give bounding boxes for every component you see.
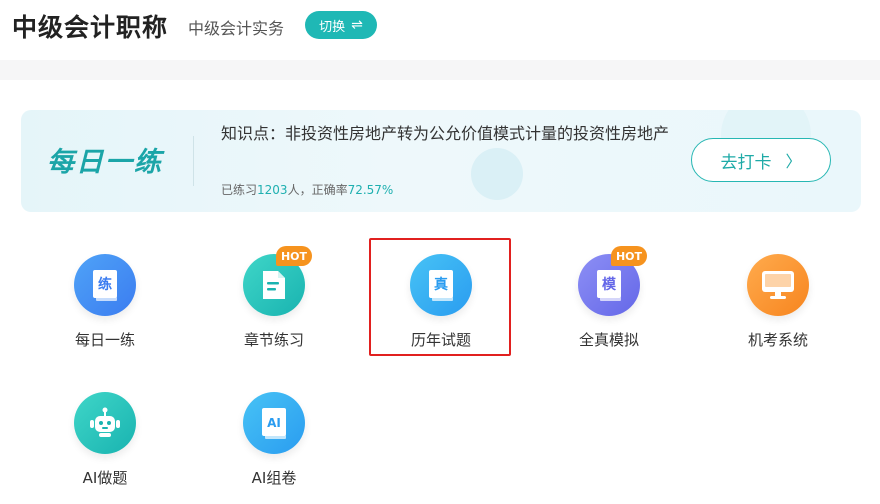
grid-item[interactable]: 章节练习 HOT <box>208 240 338 360</box>
grid-item-label: 章节练习 <box>243 331 304 349</box>
robot-icon <box>74 392 136 454</box>
swap-arrows-icon: ⇌ <box>351 17 363 33</box>
ai-paper-icon: AI <box>243 392 305 454</box>
chevron-right-icon: 〉 <box>785 152 802 171</box>
grid-item[interactable]: 机考系统 <box>712 240 842 360</box>
hot-badge: HOT <box>611 246 647 266</box>
grid-item[interactable]: AI AI组卷 <box>208 378 338 498</box>
grid-item-label: 全真模拟 <box>578 331 639 349</box>
svg-text:真: 真 <box>434 276 448 293</box>
practiced-count: 1203 <box>257 183 288 197</box>
grid-item-label: 历年试题 <box>410 331 471 349</box>
stats-prefix: 已练习 <box>221 183 258 197</box>
svg-text:模: 模 <box>602 276 617 293</box>
checkin-button[interactable]: 去打卡 〉 <box>691 138 831 182</box>
header-bar: 中级会计职称 中级会计实务 切换 ⇌ <box>0 0 880 60</box>
section-divider <box>0 60 880 80</box>
grid-item-label: AI做题 <box>82 469 128 487</box>
grid-item[interactable]: 练每日一练 <box>39 240 169 360</box>
decorative-circle <box>471 148 523 200</box>
subject-name: 中级会计实务 <box>188 19 285 38</box>
stats-middle: 人，正确率 <box>287 183 348 197</box>
divider <box>193 136 194 186</box>
hot-badge: HOT <box>276 246 312 266</box>
accuracy-rate: 72.57% <box>347 183 394 197</box>
switch-label: 切换 <box>319 19 346 35</box>
daily-practice-logo: 每日一练 <box>47 147 163 178</box>
switch-subject-button[interactable]: 切换 ⇌ <box>305 11 377 39</box>
computer-monitor-icon <box>747 254 809 316</box>
practice-book-icon: 练 <box>74 254 136 316</box>
daily-practice-card[interactable]: 每日一练 知识点：非投资性房地产转为公允价值模式计量的投资性房地产 已练习120… <box>21 110 861 212</box>
past-exam-book-icon: 真 <box>410 254 472 316</box>
grid-item-label: AI组卷 <box>251 469 297 487</box>
knowledge-point-text: 知识点：非投资性房地产转为公允价值模式计量的投资性房地产 <box>221 124 670 143</box>
grid-item[interactable]: 模全真模拟 HOT <box>543 240 673 360</box>
grid-item-label: 每日一练 <box>74 331 135 349</box>
practice-stats: 已练习1203人，正确率72.57% <box>221 181 393 198</box>
grid-item[interactable]: AI做题 <box>39 378 169 498</box>
svg-text:AI: AI <box>267 416 281 430</box>
grid-item[interactable]: 真历年试题 <box>375 240 505 360</box>
checkin-label: 去打卡 <box>720 152 772 173</box>
svg-text:练: 练 <box>98 276 112 293</box>
page-title: 中级会计职称 <box>12 13 169 42</box>
grid-item-label: 机考系统 <box>747 331 808 349</box>
